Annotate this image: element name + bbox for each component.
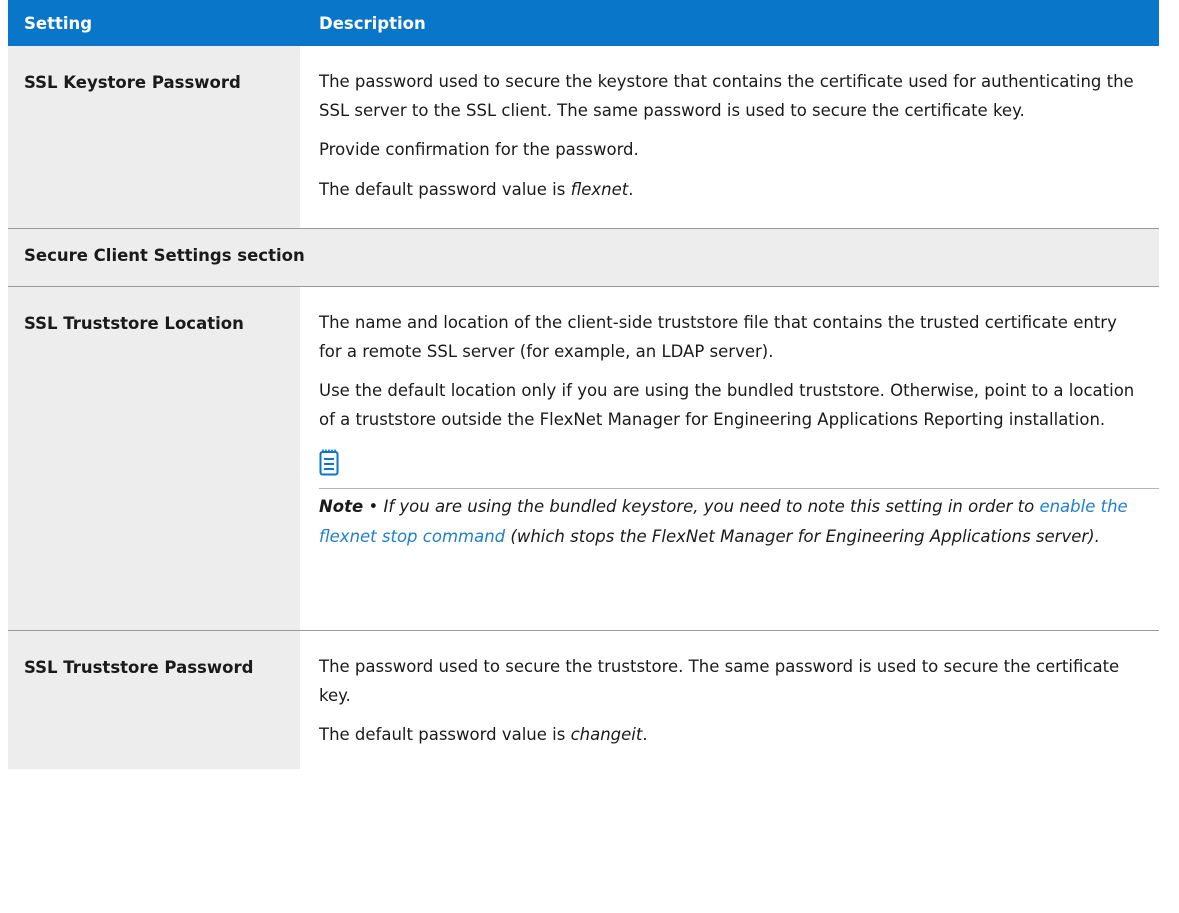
description-paragraph: The password used to secure the truststo… — [319, 657, 1120, 705]
table-row: SSL Keystore Password The password used … — [8, 46, 1159, 229]
description-paragraph: The default password value is flexnet. — [319, 179, 634, 199]
setting-name: SSL Keystore Password — [8, 46, 300, 228]
default-value: flexnet — [570, 179, 629, 199]
setting-name: SSL Truststore Location — [8, 287, 300, 630]
setting-name: SSL Truststore Password — [8, 631, 300, 769]
setting-description: The password used to secure the keystore… — [300, 46, 1159, 228]
description-paragraph: The name and location of the client-side… — [319, 313, 1117, 361]
note-text: Note • If you are using the bundled keys… — [319, 496, 1128, 546]
table-row: SSL Truststore Password The password use… — [8, 631, 1159, 769]
note-icon — [319, 448, 1141, 486]
header-setting: Setting — [24, 13, 93, 33]
description-paragraph: The default password value is changeit. — [319, 725, 648, 744]
description-paragraph: Use the default location only if you are… — [319, 381, 1135, 429]
table-row: SSL Truststore Location The name and loc… — [8, 287, 1159, 631]
header-description: Description — [319, 13, 426, 33]
setting-description: The name and location of the client-side… — [300, 287, 1159, 630]
setting-description: The password used to secure the truststo… — [300, 631, 1159, 769]
description-paragraph: Provide confirmation for the password. — [319, 140, 639, 159]
note-label: Note — [319, 496, 364, 516]
description-paragraph: The password used to secure the keystore… — [319, 72, 1134, 120]
table-header: Setting Description — [8, 0, 1159, 46]
settings-table: Setting Description SSL Keystore Passwor… — [8, 0, 1159, 769]
section-heading: Secure Client Settings section — [8, 229, 1159, 287]
default-value: changeit — [570, 725, 643, 744]
